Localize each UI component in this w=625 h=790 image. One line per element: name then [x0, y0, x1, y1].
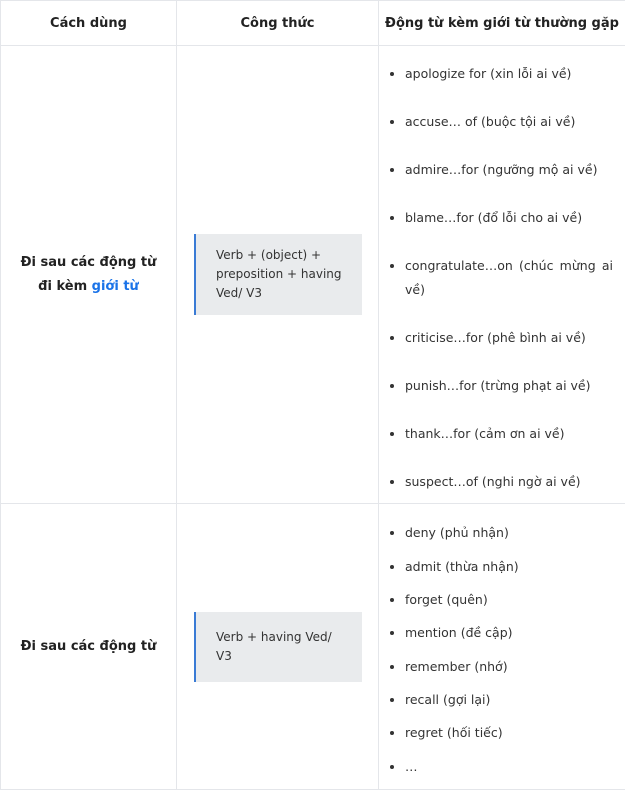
verbs-cell: apologize for (xin lỗi ai về) accuse… of… — [379, 46, 625, 504]
verbs-cell: deny (phủ nhận) admit (thừa nhận) forget… — [379, 504, 625, 790]
list-item: admire…for (ngưỡng mộ ai về) — [405, 158, 619, 182]
list-item: remember (nhớ) — [405, 656, 619, 677]
usage-text: Đi sau các động từ đi kèm giới từ — [1, 251, 176, 299]
table-row: Đi sau các động từ Verb + having Ved/ V3… — [1, 504, 625, 790]
list-item: apologize for (xin lỗi ai về) — [405, 62, 619, 86]
header-usage: Cách dùng — [1, 1, 177, 46]
usage-cell: Đi sau các động từ — [1, 504, 177, 790]
usage-text: Đi sau các động từ — [1, 635, 176, 659]
table-row: Đi sau các động từ đi kèm giới từ Verb +… — [1, 46, 625, 504]
verb-list: apologize for (xin lỗi ai về) accuse… of… — [379, 59, 625, 494]
gioi-tu-link[interactable]: giới từ — [92, 279, 139, 294]
formula-box: Verb + (object) + preposition + having V… — [194, 234, 362, 315]
verb-list: deny (phủ nhận) admit (thừa nhận) forget… — [379, 520, 625, 777]
grammar-table: Cách dùng Công thức Động từ kèm giới từ … — [0, 0, 625, 790]
header-formula: Công thức — [177, 1, 379, 46]
list-item: mention (đề cập) — [405, 622, 619, 643]
formula-cell: Verb + having Ved/ V3 — [177, 504, 379, 790]
list-item: regret (hối tiếc) — [405, 722, 619, 743]
list-item: forget (quên) — [405, 589, 619, 610]
list-item: suspect…of (nghi ngờ ai về) — [405, 470, 619, 494]
list-item: … — [405, 756, 619, 777]
usage-cell: Đi sau các động từ đi kèm giới từ — [1, 46, 177, 504]
header-verbs: Động từ kèm giới từ thường gặp — [379, 1, 625, 46]
list-item: congratulate…on (chúc mừng ai về) — [405, 254, 619, 302]
list-item: blame…for (đổ lỗi cho ai về) — [405, 206, 619, 230]
header-row: Cách dùng Công thức Động từ kèm giới từ … — [1, 1, 625, 46]
list-item: recall (gợi lại) — [405, 689, 619, 710]
list-item: deny (phủ nhận) — [405, 522, 619, 543]
list-item: thank…for (cảm ơn ai về) — [405, 422, 619, 446]
list-item: accuse… of (buộc tội ai về) — [405, 110, 619, 134]
formula-box: Verb + having Ved/ V3 — [194, 612, 362, 682]
list-item: admit (thừa nhận) — [405, 556, 619, 577]
list-item: criticise…for (phê bình ai về) — [405, 326, 619, 350]
list-item: punish…for (trừng phạt ai về) — [405, 374, 619, 398]
formula-cell: Verb + (object) + preposition + having V… — [177, 46, 379, 504]
